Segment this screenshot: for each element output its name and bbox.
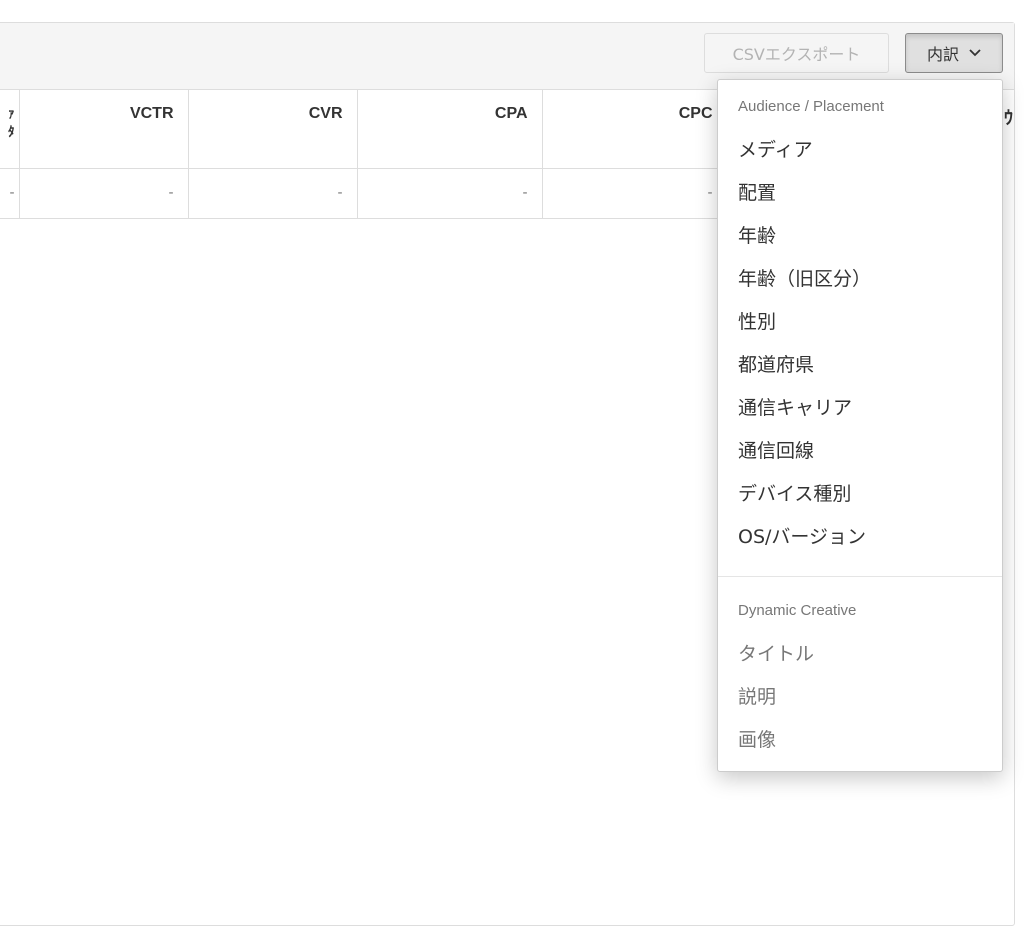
table-cell: -: [0, 168, 20, 219]
menu-item-age[interactable]: 年齢: [738, 221, 776, 248]
menu-item-connection[interactable]: 通信回線: [738, 436, 814, 463]
menu-item-os-version[interactable]: OS/バージョン: [738, 522, 866, 549]
column-header-label: ﾀ: [8, 124, 15, 139]
table-header-row: ｧ ﾀ VCTR CVR CPA CPC: [0, 89, 728, 169]
column-header-cvr[interactable]: CVR: [188, 89, 358, 169]
column-header-truncated: ｧ ﾀ: [0, 89, 20, 169]
table-row: - - - - -: [0, 168, 728, 219]
menu-item-title[interactable]: タイトル: [738, 639, 814, 666]
menu-section-header: Audience / Placement: [738, 98, 884, 115]
menu-item-placement[interactable]: 配置: [738, 178, 776, 205]
menu-item-prefecture[interactable]: 都道府県: [738, 350, 814, 377]
table-cell: -: [542, 168, 728, 219]
menu-item-carrier[interactable]: 通信キャリア: [738, 393, 852, 420]
breakdown-menu: Audience / Placement メディア 配置 年齢 年齢（旧区分） …: [717, 79, 1003, 772]
table-cell: -: [188, 168, 358, 219]
menu-item-age-legacy[interactable]: 年齢（旧区分）: [738, 264, 871, 291]
chevron-down-icon: [969, 46, 981, 61]
menu-divider: [718, 576, 1002, 577]
column-header-label: CVR: [308, 105, 343, 122]
csv-export-label: CSVエクスポート: [732, 45, 861, 64]
menu-item-media[interactable]: メディア: [738, 135, 813, 162]
column-header-vctr[interactable]: VCTR: [19, 89, 189, 169]
column-header-label: VCTR: [129, 105, 174, 122]
menu-section-header: Dynamic Creative: [738, 602, 857, 619]
menu-item-description[interactable]: 説明: [738, 682, 776, 709]
column-header-truncated: ｳ: [1004, 108, 1013, 129]
table-cell: -: [19, 168, 189, 219]
column-header-cpc[interactable]: CPC: [542, 89, 728, 169]
breakdown-label: 内訳: [926, 45, 959, 64]
breakdown-dropdown-button[interactable]: 内訳: [905, 33, 1003, 73]
column-header-label: CPC: [678, 105, 713, 122]
menu-item-image[interactable]: 画像: [738, 725, 776, 752]
column-header-label: CPA: [494, 105, 528, 122]
table-cell: -: [357, 168, 543, 219]
report-table: ｧ ﾀ VCTR CVR CPA CPC - - - - -: [0, 89, 728, 219]
menu-item-gender[interactable]: 性別: [738, 307, 776, 334]
column-header-label: ｧ: [8, 106, 15, 121]
column-header-cpa[interactable]: CPA: [357, 89, 543, 169]
csv-export-button[interactable]: CSVエクスポート: [704, 33, 889, 73]
menu-item-device-type[interactable]: デバイス種別: [738, 479, 851, 506]
